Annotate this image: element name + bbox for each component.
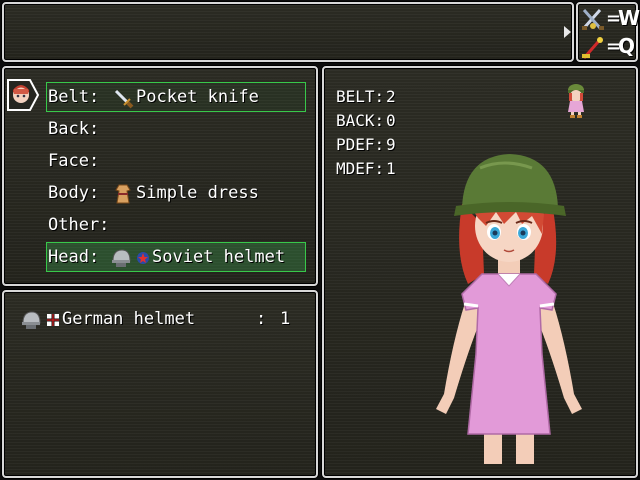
inventory-item-count: 1 bbox=[280, 309, 291, 329]
character-sprite-icon bbox=[568, 84, 584, 118]
stat-value: 1 bbox=[386, 159, 396, 178]
slot-back[interactable]: Back: bbox=[48, 118, 304, 142]
soviet-flag-icon bbox=[137, 252, 149, 264]
stat-label: MDEF: bbox=[336, 159, 385, 178]
hotkey-row-q[interactable]: = Q bbox=[580, 34, 636, 60]
slot-label: Back: bbox=[48, 119, 100, 139]
slot-belt[interactable]: Belt: Pocket knife bbox=[48, 86, 304, 110]
slot-body[interactable]: Body: Simple dress bbox=[48, 182, 304, 206]
slot-label: Head: bbox=[48, 247, 100, 267]
german-cross-icon bbox=[47, 314, 59, 326]
hotkey-q-label: Q bbox=[618, 34, 636, 58]
stat-value: 9 bbox=[386, 135, 396, 154]
slot-face[interactable]: Face: bbox=[48, 150, 304, 174]
help-window bbox=[2, 2, 574, 62]
inventory-item-separator: : bbox=[256, 309, 267, 329]
stat-label: BACK: bbox=[336, 111, 385, 130]
helmet-icon bbox=[112, 249, 131, 267]
slot-label: Belt: bbox=[48, 87, 100, 107]
helmet-icon bbox=[22, 311, 41, 329]
stat-value: 0 bbox=[386, 111, 396, 130]
slot-other[interactable]: Other: bbox=[48, 214, 304, 238]
slot-head[interactable]: Head: Soviet helmet bbox=[48, 246, 304, 270]
slot-label: Other: bbox=[48, 215, 110, 235]
slot-item: Soviet helmet bbox=[152, 247, 286, 267]
sword-icon bbox=[582, 9, 604, 30]
slot-item: Simple dress bbox=[136, 183, 259, 203]
knife-icon bbox=[114, 89, 134, 109]
slot-label: Face: bbox=[48, 151, 100, 171]
hotkey-w-label: W bbox=[618, 6, 640, 30]
character-face-icon bbox=[7, 79, 40, 111]
inventory-item-name: German helmet bbox=[62, 309, 196, 329]
stat-label: BELT: bbox=[336, 87, 385, 106]
wand-icon bbox=[582, 37, 603, 59]
dress-icon bbox=[115, 184, 131, 204]
hotkey-row-w[interactable]: = W bbox=[580, 6, 640, 32]
equipment-slots-window: Belt: Pocket knife Back: Face: Body: Sim… bbox=[2, 66, 318, 286]
hotkey-window: = W = Q bbox=[576, 2, 640, 62]
stat-label: PDEF: bbox=[336, 135, 385, 154]
slot-item: Pocket knife bbox=[136, 87, 259, 107]
slot-cursor bbox=[6, 78, 40, 112]
slot-label: Body: bbox=[48, 183, 100, 203]
character-portrait bbox=[436, 154, 582, 464]
inventory-item[interactable]: German helmet : 1 bbox=[20, 308, 310, 332]
inventory-window: German helmet : 1 bbox=[2, 290, 318, 478]
stat-value: 2 bbox=[386, 87, 396, 106]
scroll-right-arrow-icon[interactable] bbox=[564, 26, 571, 38]
character-status-window: BELT: 2 BACK: 0 PDEF: 9 MDEF: 1 bbox=[322, 66, 638, 478]
